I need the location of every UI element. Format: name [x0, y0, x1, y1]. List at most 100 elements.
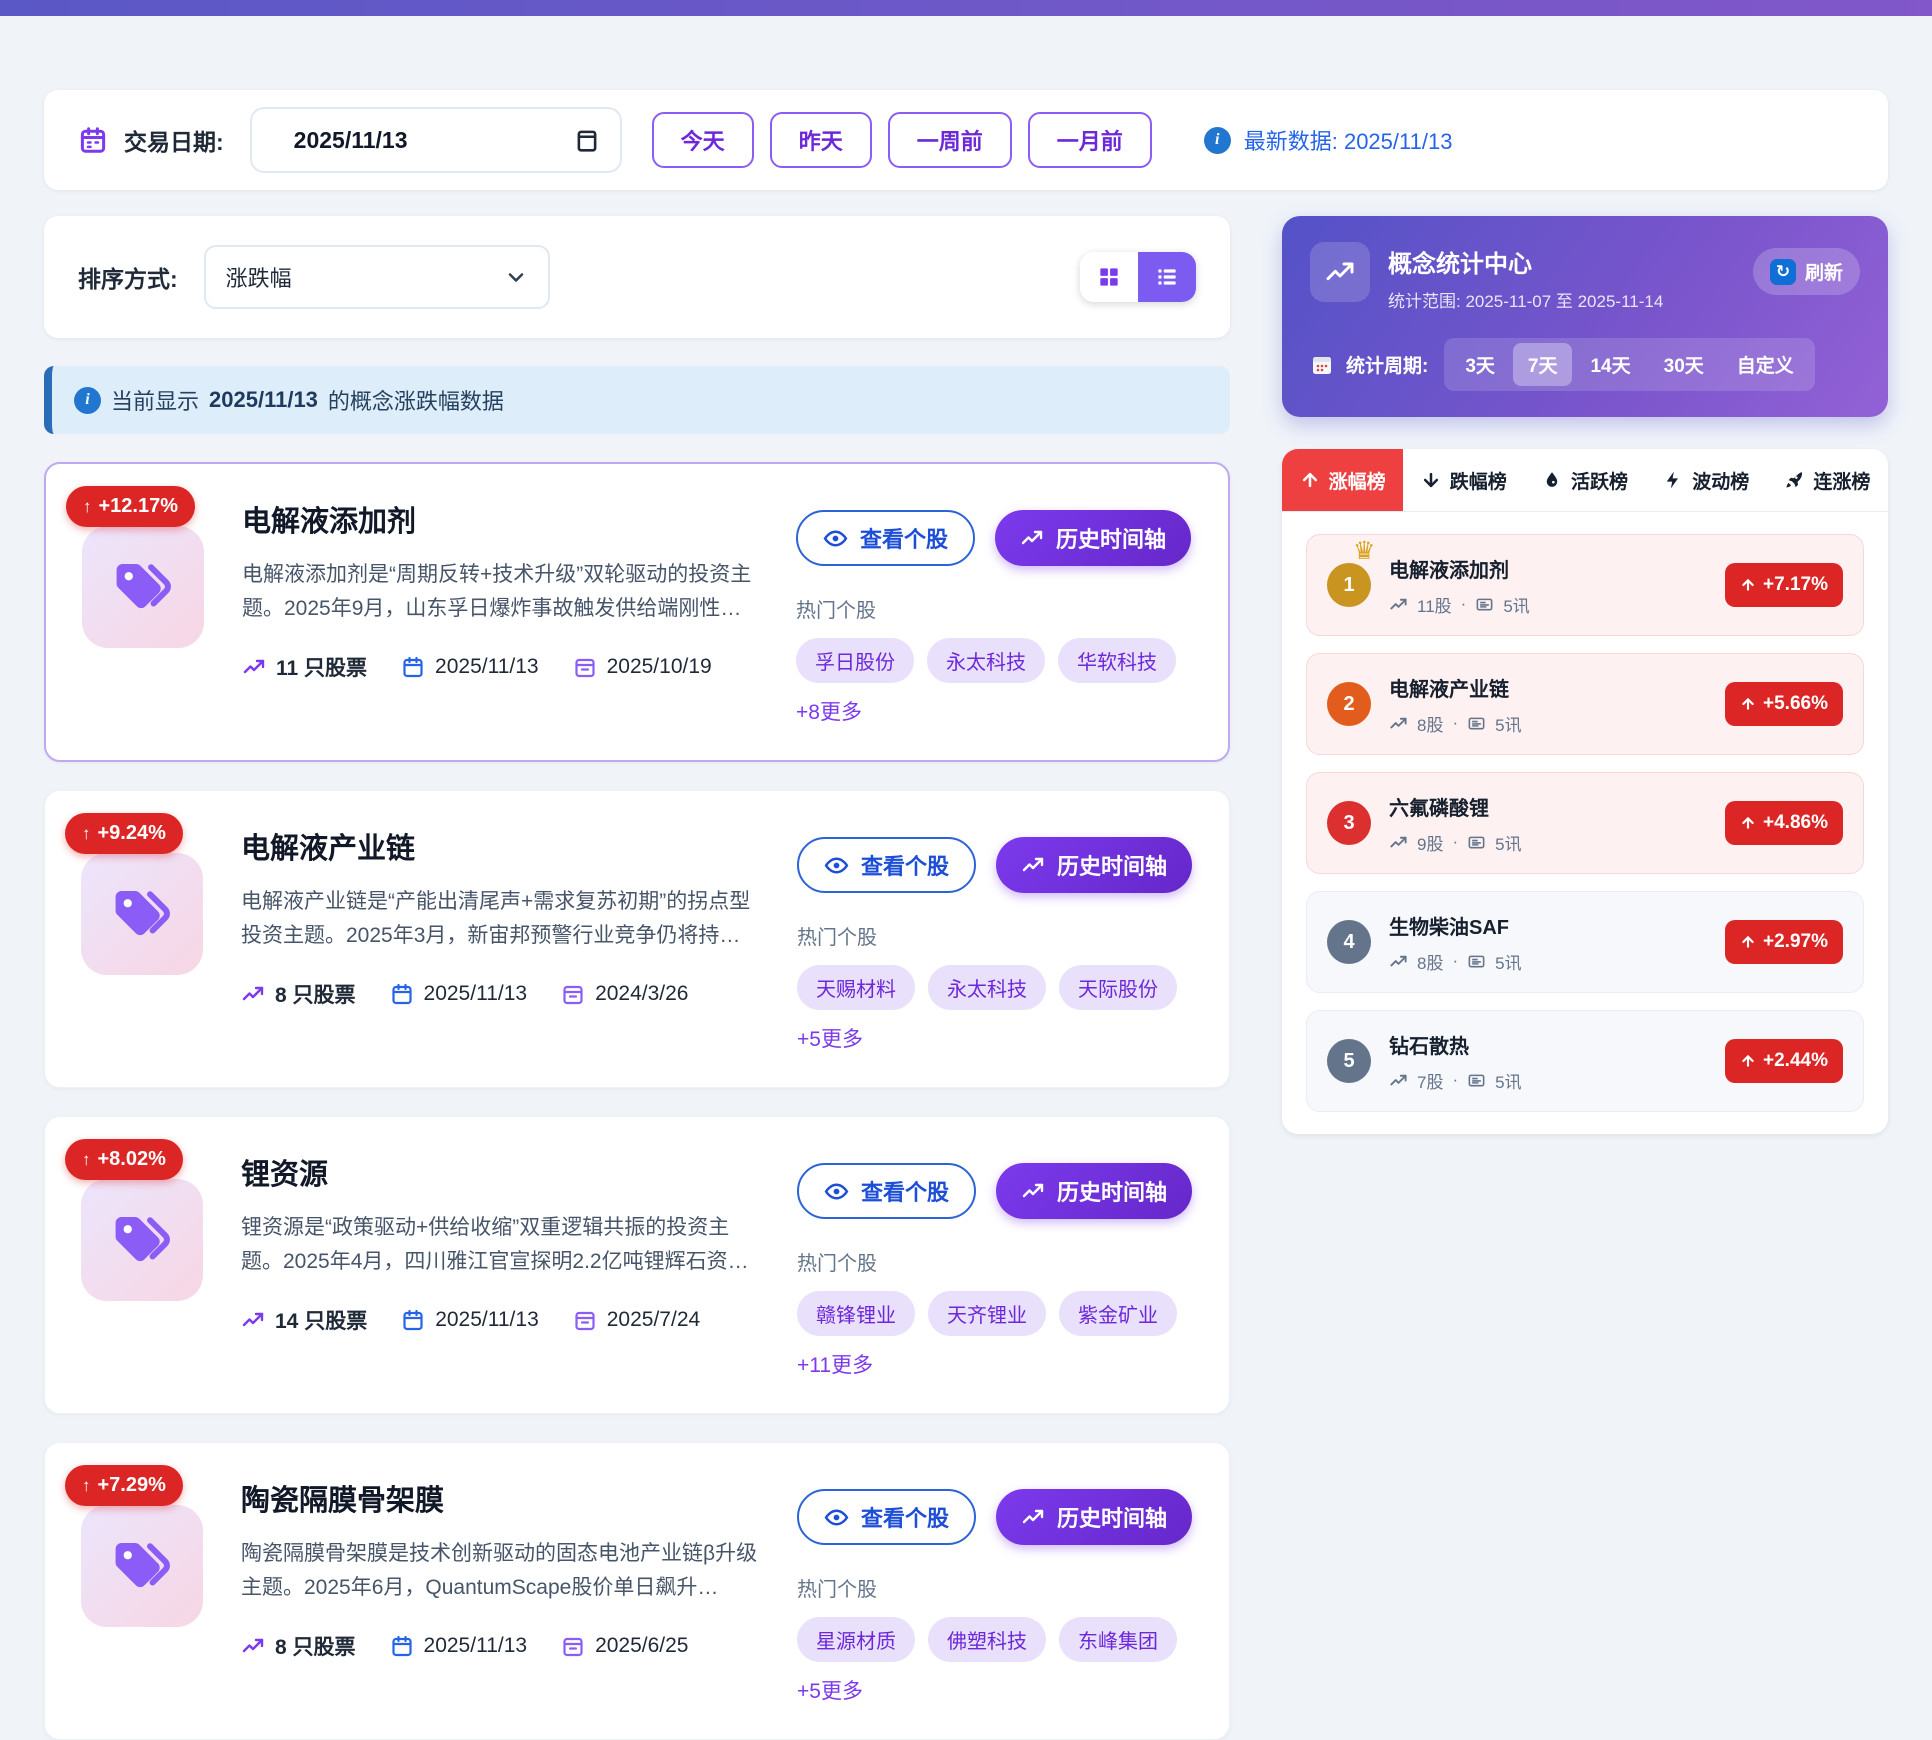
- stock-chip[interactable]: 天赐材料: [797, 965, 915, 1010]
- view-stocks-button[interactable]: 查看个股: [797, 837, 976, 893]
- history-timeline-button[interactable]: 历史时间轴: [996, 1163, 1192, 1219]
- date-toolbar: 交易日期: 2025/11/13 今天 昨天 一周前 一月前 i 最新数据: 2…: [44, 90, 1888, 190]
- rank-meta: 8股 · 5讯: [1389, 949, 1522, 974]
- refresh-button[interactable]: ↻ 刷新: [1753, 248, 1860, 295]
- more-stocks-link[interactable]: +11更多: [797, 1349, 873, 1379]
- droplet-icon: [1542, 470, 1562, 490]
- list-view-button[interactable]: [1138, 252, 1196, 302]
- ranking-tabs: 涨幅榜 跌幅榜: [1282, 449, 1888, 512]
- created-date: 2024/3/26: [561, 982, 688, 1006]
- stock-chip[interactable]: 天齐锂业: [928, 1291, 1046, 1336]
- period-option[interactable]: 30天: [1649, 343, 1719, 386]
- rank-concept-title: 六氟磷酸锂: [1389, 792, 1522, 821]
- stock-chip[interactable]: 紫金矿业: [1059, 1291, 1177, 1336]
- ranking-tab-label: 连涨榜: [1813, 467, 1870, 494]
- more-stocks-link[interactable]: +5更多: [797, 1675, 863, 1705]
- ranking-item[interactable]: ♛ 1 电解液添加剂 11股 · 5讯: [1306, 534, 1864, 636]
- concept-actions: 查看个股 历史时间轴 热门个股 星源材质 佛: [797, 1473, 1193, 1705]
- concept-actions: 查看个股 历史时间轴 热门个股 天赐材料 永: [797, 821, 1193, 1053]
- calendar-icon: [78, 125, 108, 155]
- hot-stock-chips: 天赐材料 永太科技 天际股份 +5更多: [797, 965, 1193, 1053]
- concept-meta: 11 只股票 2025/11/13 2025/10/19: [242, 652, 758, 682]
- arrow-up-icon: [1740, 577, 1756, 593]
- quick-date-button[interactable]: 昨天: [770, 112, 872, 168]
- concept-description: 锂资源是“政策驱动+供给收缩”双重逻辑共振的投资主题。2025年4月，四川雅江官…: [241, 1211, 759, 1279]
- dot-separator: ·: [1461, 594, 1467, 614]
- grid-view-button[interactable]: [1080, 252, 1138, 302]
- hot-stocks-label: 热门个股: [797, 921, 1193, 950]
- view-stocks-label: 查看个股: [860, 522, 948, 554]
- ranking-item[interactable]: 3 六氟磷酸锂 9股 · 5讯: [1306, 772, 1864, 874]
- tags-icon: [111, 1537, 173, 1595]
- sort-select[interactable]: 涨跌幅: [204, 245, 550, 309]
- arrow-up-icon: [1740, 815, 1756, 831]
- period-option[interactable]: 14天: [1575, 343, 1645, 386]
- date-input[interactable]: 2025/11/13: [250, 107, 622, 173]
- period-option[interactable]: 自定义: [1722, 343, 1809, 386]
- stock-chip[interactable]: 佛塑科技: [928, 1617, 1046, 1662]
- period-option[interactable]: 7天: [1513, 343, 1573, 386]
- concept-thumbnail-area: ↑ +8.02%: [81, 1147, 203, 1379]
- arrow-up-icon: [1740, 1053, 1756, 1069]
- view-stocks-button[interactable]: 查看个股: [796, 510, 975, 566]
- rank-news-count: 5讯: [1495, 830, 1521, 855]
- ranking-tab[interactable]: 波动榜: [1646, 449, 1767, 511]
- arrow-up-icon: [1300, 470, 1320, 490]
- stock-count-value: 14 只股票: [275, 1305, 367, 1335]
- history-timeline-label: 历史时间轴: [1056, 522, 1166, 554]
- rank-news-count: 5讯: [1495, 949, 1521, 974]
- news-icon: [1467, 714, 1486, 733]
- quick-date-button[interactable]: 一周前: [888, 112, 1012, 168]
- ranking-item[interactable]: 4 生物柴油SAF 8股 · 5讯: [1306, 891, 1864, 993]
- stock-chip[interactable]: 天际股份: [1059, 965, 1177, 1010]
- stock-chart-icon: [241, 1634, 265, 1658]
- history-timeline-button[interactable]: 历史时间轴: [996, 837, 1192, 893]
- rank-change-value: +7.17%: [1763, 574, 1828, 596]
- stock-chip[interactable]: 华软科技: [1058, 638, 1176, 683]
- grid-icon: [1096, 264, 1122, 290]
- concept-actions: 查看个股 历史时间轴 热门个股 赣锋锂业 天: [797, 1147, 1193, 1379]
- more-stocks-link[interactable]: +8更多: [796, 696, 862, 726]
- stock-chip[interactable]: 赣锋锂业: [797, 1291, 915, 1336]
- hot-stock-chips: 孚日股份 永太科技 华软科技 +8更多: [796, 638, 1192, 726]
- period-option[interactable]: 3天: [1450, 343, 1510, 386]
- latest-data-info: i 最新数据: 2025/11/13: [1204, 124, 1453, 156]
- rank-info: 电解液添加剂 11股 · 5讯: [1389, 554, 1530, 617]
- arrow-up-icon: [1740, 696, 1756, 712]
- stock-chip[interactable]: 星源材质: [797, 1617, 915, 1662]
- ranking-panel: 涨幅榜 跌幅榜: [1282, 449, 1888, 1134]
- rank-number-badge: 2: [1327, 682, 1371, 726]
- view-stocks-button[interactable]: 查看个股: [797, 1489, 976, 1545]
- stock-count: 8 只股票: [241, 979, 356, 1009]
- quick-date-button[interactable]: 今天: [652, 112, 754, 168]
- sort-label: 排序方式:: [78, 260, 178, 294]
- stock-chip[interactable]: 孚日股份: [796, 638, 914, 683]
- ranking-tab[interactable]: 涨幅榜: [1282, 449, 1403, 511]
- ranking-item[interactable]: 2 电解液产业链 8股 · 5讯: [1306, 653, 1864, 755]
- concept-card: ↑ +12.17% 电解液添加剂 电解液: [44, 462, 1230, 762]
- ranking-tab[interactable]: 跌幅榜: [1403, 449, 1524, 511]
- stock-chip[interactable]: 永太科技: [927, 638, 1045, 683]
- rank-news-count: 5讯: [1495, 1068, 1521, 1093]
- stock-count-value: 11 只股票: [276, 652, 367, 682]
- created-date-value: 2025/10/19: [607, 655, 712, 679]
- current-display-banner: i 当前显示 2025/11/13 的概念涨跌幅数据: [44, 366, 1230, 434]
- mini-chart-icon: [1389, 833, 1408, 852]
- ranking-tab[interactable]: 连涨榜: [1767, 449, 1888, 511]
- banner-suffix: 的概念涨跌幅数据: [328, 384, 504, 416]
- history-timeline-label: 历史时间轴: [1057, 1501, 1167, 1533]
- view-stocks-button[interactable]: 查看个股: [797, 1163, 976, 1219]
- ranking-tab[interactable]: 活跃榜: [1524, 449, 1645, 511]
- ranking-item[interactable]: 5 钻石散热 7股 · 5讯: [1306, 1010, 1864, 1112]
- stock-chip[interactable]: 东峰集团: [1059, 1617, 1177, 1662]
- rank-info: 生物柴油SAF 8股 · 5讯: [1389, 911, 1522, 974]
- news-icon: [1467, 1071, 1486, 1090]
- quick-date-button[interactable]: 一月前: [1028, 112, 1152, 168]
- concept-thumbnail: [81, 1179, 203, 1301]
- rank-info: 电解液产业链 8股 · 5讯: [1389, 673, 1522, 736]
- crown-icon: ♛: [1353, 539, 1375, 564]
- history-timeline-button[interactable]: 历史时间轴: [995, 510, 1191, 566]
- history-timeline-button[interactable]: 历史时间轴: [996, 1489, 1192, 1545]
- more-stocks-link[interactable]: +5更多: [797, 1023, 863, 1053]
- stock-chip[interactable]: 永太科技: [928, 965, 1046, 1010]
